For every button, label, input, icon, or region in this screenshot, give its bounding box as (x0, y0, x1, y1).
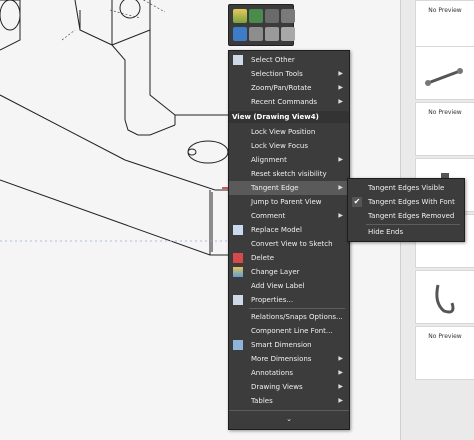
submenu-arrow-icon: ▶ (338, 383, 343, 390)
select-other-icon (233, 55, 243, 65)
pin-icon[interactable] (249, 9, 263, 23)
menu-item-label: Replace Model (251, 226, 302, 234)
menu-item-jump-to-parent-view[interactable]: Jump to Parent View (229, 195, 349, 209)
palette-item[interactable]: No Preview (415, 102, 474, 156)
palette-item-label: No Preview (428, 333, 462, 340)
menu-item-selection-tools[interactable]: Selection Tools ▶ (229, 67, 349, 81)
submenu-arrow-icon: ▶ (338, 84, 343, 91)
submenu-item-label: Tangent Edges Removed (368, 212, 455, 220)
menu-item-select-other[interactable]: Select Other (229, 53, 349, 67)
menu-item-label: Convert View to Sketch (251, 240, 333, 248)
menu-item-label: Reset sketch visibility (251, 170, 327, 178)
submenu-item-tangent-edges-with-font[interactable]: ✔ Tangent Edges With Font (348, 195, 464, 209)
menu-item-label: Delete (251, 254, 274, 262)
palette-item[interactable]: No Preview (415, 326, 474, 380)
menu-item-delete[interactable]: Delete (229, 251, 349, 265)
checkmark-icon: ✔ (352, 197, 362, 207)
menu-item-label: Recent Commands (251, 98, 318, 106)
menu-item-recent-commands[interactable]: Recent Commands ▶ (229, 95, 349, 109)
submenu-item-tangent-edges-removed[interactable]: Tangent Edges Removed (348, 209, 464, 223)
submenu-arrow-icon: ▶ (338, 184, 343, 191)
menu-item-label: Drawing Views (251, 383, 303, 391)
menu-item-more-dimensions[interactable]: More Dimensions ▶ (229, 352, 349, 366)
menu-item-reset-sketch-visibility[interactable]: Reset sketch visibility (229, 167, 349, 181)
context-menu: Select Other Selection Tools ▶ Zoom/Pan/… (228, 50, 350, 430)
menu-item-label: Change Layer (251, 268, 300, 276)
palette-item[interactable] (415, 270, 474, 324)
menu-expand-button[interactable]: ⌄ (229, 412, 349, 426)
properties-icon[interactable] (281, 9, 295, 23)
submenu-item-hide-ends[interactable]: Hide Ends (348, 225, 464, 239)
menu-item-smart-dimension[interactable]: Smart Dimension (229, 338, 349, 352)
layer-icon (233, 267, 243, 277)
menu-item-drawing-views[interactable]: Drawing Views ▶ (229, 380, 349, 394)
menu-separator (249, 308, 345, 309)
menu-item-label: More Dimensions (251, 355, 312, 363)
chevron-down-icon: ⌄ (286, 415, 292, 423)
context-toolbar (228, 4, 295, 46)
submenu-arrow-icon: ▶ (338, 98, 343, 105)
display-style-icon[interactable] (265, 27, 279, 41)
menu-item-label: Tables (251, 397, 273, 405)
hidden-lines-icon[interactable] (281, 27, 295, 41)
menu-item-replace-model[interactable]: Replace Model (229, 223, 349, 237)
submenu-arrow-icon: ▶ (338, 70, 343, 77)
menu-item-label: Component Line Font... (251, 327, 333, 335)
menu-item-label: Relations/Snaps Options... (251, 313, 343, 321)
smart-dimension-icon (233, 340, 243, 350)
menu-item-component-line-font[interactable]: Component Line Font... (229, 324, 349, 338)
appearance-icon[interactable] (233, 9, 247, 23)
menu-item-label: Jump to Parent View (251, 198, 322, 206)
menu-item-annotations[interactable]: Annotations ▶ (229, 366, 349, 380)
cube-gray-icon[interactable] (249, 27, 263, 41)
menu-item-label: Zoom/Pan/Rotate (251, 84, 312, 92)
menu-item-zoom-pan-rotate[interactable]: Zoom/Pan/Rotate ▶ (229, 81, 349, 95)
menu-item-properties[interactable]: Properties... (229, 293, 349, 307)
menu-item-change-layer[interactable]: Change Layer (229, 265, 349, 279)
menu-item-tables[interactable]: Tables ▶ (229, 394, 349, 408)
submenu-arrow-icon: ▶ (338, 369, 343, 376)
hook-part-icon (435, 284, 455, 314)
menu-item-label: Smart Dimension (251, 341, 312, 349)
submenu-item-label: Hide Ends (368, 228, 404, 236)
palette-item-label: No Preview (428, 109, 462, 116)
cube-blue-icon[interactable] (233, 27, 247, 41)
menu-item-label: Lock View Position (251, 128, 316, 136)
tangent-edge-submenu: Tangent Edges Visible ✔ Tangent Edges Wi… (347, 178, 465, 242)
delete-icon (233, 253, 243, 263)
menu-item-label: Tangent Edge (251, 184, 299, 192)
menu-item-label: Alignment (251, 156, 287, 164)
submenu-arrow-icon: ▶ (338, 212, 343, 219)
menu-item-label: Add View Label (251, 282, 305, 290)
palette-item-label: No Preview (428, 7, 462, 14)
menu-item-lock-view-position[interactable]: Lock View Position (229, 125, 349, 139)
submenu-arrow-icon: ▶ (338, 397, 343, 404)
menu-section-header: View (Drawing View4) (229, 111, 349, 123)
menu-item-relations-snaps-options[interactable]: Relations/Snaps Options... (229, 310, 349, 324)
palette-item[interactable] (415, 46, 474, 100)
menu-item-label: Lock View Focus (251, 142, 309, 150)
menu-item-label: Comment (251, 212, 286, 220)
menu-item-label: Properties... (251, 296, 294, 304)
menu-item-convert-view-to-sketch[interactable]: Convert View to Sketch (229, 237, 349, 251)
submenu-item-tangent-edges-visible[interactable]: Tangent Edges Visible (348, 181, 464, 195)
menu-item-tangent-edge[interactable]: Tangent Edge ▶ (229, 181, 349, 195)
menu-item-add-view-label[interactable]: Add View Label (229, 279, 349, 293)
properties-list-icon (233, 295, 243, 305)
menu-item-alignment[interactable]: Alignment ▶ (229, 153, 349, 167)
menu-item-label: Selection Tools (251, 70, 303, 78)
replace-model-icon (233, 225, 243, 235)
menu-item-comment[interactable]: Comment ▶ (229, 209, 349, 223)
submenu-item-label: Tangent Edges Visible (368, 184, 445, 192)
edit-icon[interactable] (265, 9, 279, 23)
menu-item-label: Annotations (251, 369, 294, 377)
menu-item-lock-view-focus[interactable]: Lock View Focus (229, 139, 349, 153)
submenu-arrow-icon: ▶ (338, 156, 343, 163)
submenu-item-label: Tangent Edges With Font (368, 198, 455, 206)
submenu-arrow-icon: ▶ (338, 355, 343, 362)
menu-item-label: Select Other (251, 56, 295, 64)
menu-separator (229, 410, 349, 411)
pin-part-icon (425, 68, 463, 86)
